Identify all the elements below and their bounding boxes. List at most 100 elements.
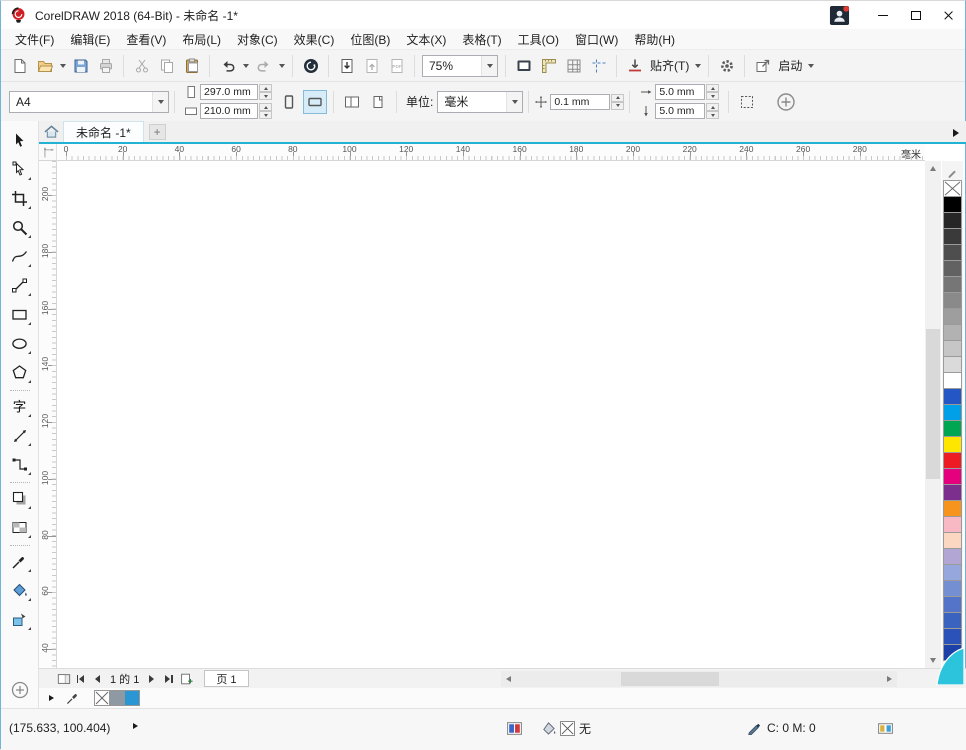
fullscreen-preview-button[interactable] — [511, 53, 536, 78]
transparency-tool[interactable] — [6, 513, 34, 542]
show-grid-button[interactable] — [561, 53, 586, 78]
maximize-button[interactable] — [899, 1, 932, 29]
menu-tools[interactable]: 工具(O) — [510, 29, 567, 50]
units-combo[interactable]: 毫米 — [437, 91, 523, 113]
nudge-distance-field[interactable]: 0.1 mm — [550, 94, 610, 110]
color-swatch[interactable] — [943, 292, 962, 309]
menu-help[interactable]: 帮助(H) — [626, 29, 683, 50]
document-palette-expand-button[interactable] — [49, 695, 54, 701]
color-swatch[interactable] — [943, 612, 962, 629]
color-swatch[interactable] — [943, 324, 962, 341]
page-width-stepper[interactable] — [259, 84, 272, 100]
show-guidelines-button[interactable] — [586, 53, 611, 78]
add-tools-button[interactable] — [10, 680, 30, 700]
zoom-level-combo[interactable]: 75% — [422, 55, 498, 77]
color-swatch[interactable] — [943, 372, 962, 389]
menu-edit[interactable]: 编辑(E) — [62, 29, 118, 50]
launch-label[interactable]: 启动 — [775, 57, 805, 74]
freehand-tool[interactable] — [6, 242, 34, 271]
no-color-swatch[interactable] — [94, 690, 110, 706]
page-width-field[interactable]: 297.0 mm — [200, 84, 258, 100]
redo-button[interactable] — [251, 53, 276, 78]
two-point-line-tool[interactable] — [6, 271, 34, 300]
page-height-stepper[interactable] — [259, 103, 272, 119]
color-swatch[interactable] — [943, 452, 962, 469]
snap-to-label[interactable]: 贴齐(T) — [647, 57, 692, 74]
paste-button[interactable] — [179, 53, 204, 78]
color-swatch[interactable] — [943, 564, 962, 581]
welcome-home-button[interactable] — [39, 121, 63, 142]
search-content-button[interactable] — [298, 53, 323, 78]
drawing-canvas[interactable] — [57, 161, 925, 668]
minimize-button[interactable] — [866, 1, 899, 29]
publish-pdf-button[interactable]: PDF — [384, 53, 409, 78]
ellipse-tool[interactable] — [6, 329, 34, 358]
horizontal-scroll-thumb[interactable] — [621, 672, 719, 686]
units-dropdown-button[interactable] — [506, 92, 522, 112]
color-swatch[interactable] — [943, 468, 962, 485]
duplicate-x-field[interactable]: 5.0 mm — [655, 84, 705, 100]
duplicate-y-stepper[interactable] — [706, 103, 719, 119]
undo-button[interactable] — [215, 53, 240, 78]
add-page-button[interactable] — [177, 670, 194, 687]
document-tab-active[interactable]: 未命名 -1* — [63, 121, 144, 142]
color-swatch[interactable] — [124, 690, 140, 706]
color-swatch[interactable] — [943, 628, 962, 645]
color-swatch[interactable] — [943, 340, 962, 357]
color-swatch[interactable] — [943, 532, 962, 549]
portrait-button[interactable] — [277, 90, 301, 114]
drop-shadow-tool[interactable] — [6, 484, 34, 513]
connector-tool[interactable] — [6, 450, 34, 479]
page-tab[interactable]: 页 1 — [204, 670, 248, 687]
page-size-dropdown-button[interactable] — [152, 92, 168, 112]
previous-page-button[interactable] — [89, 670, 106, 687]
scroll-right-button[interactable] — [882, 671, 897, 687]
import-button[interactable] — [334, 53, 359, 78]
color-swatch[interactable] — [943, 388, 962, 405]
undo-dropdown-button[interactable] — [240, 53, 251, 78]
zoom-dropdown-button[interactable] — [481, 56, 497, 76]
launch-button[interactable] — [750, 53, 775, 78]
shape-tool[interactable] — [6, 155, 34, 184]
color-swatch[interactable] — [943, 404, 962, 421]
new-tab-button[interactable]: + — [149, 124, 166, 140]
launch-dropdown-button[interactable] — [805, 53, 816, 78]
color-swatch[interactable] — [943, 580, 962, 597]
color-swatch[interactable] — [943, 260, 962, 277]
vertical-ruler[interactable]: 200180160140120100806040 — [39, 161, 57, 668]
menu-object[interactable]: 对象(C) — [229, 29, 286, 50]
print-button[interactable] — [93, 53, 118, 78]
color-swatch[interactable] — [109, 690, 125, 706]
outline-status[interactable]: C: 0 M: 0 — [747, 720, 869, 735]
horizontal-scrollbar[interactable] — [501, 671, 897, 687]
color-swatch[interactable] — [943, 244, 962, 261]
color-swatch[interactable] — [943, 596, 962, 613]
parallel-dimension-tool[interactable] — [6, 421, 34, 450]
color-swatch[interactable] — [943, 420, 962, 437]
page-height-field[interactable]: 210.0 mm — [200, 103, 258, 119]
color-swatch[interactable] — [943, 548, 962, 565]
options-button[interactable] — [714, 53, 739, 78]
interactive-fill-tool[interactable] — [6, 576, 34, 605]
color-swatch[interactable] — [943, 356, 962, 373]
export-button[interactable] — [359, 53, 384, 78]
close-button[interactable] — [932, 1, 965, 29]
last-page-button[interactable] — [160, 670, 177, 687]
no-color-swatch[interactable] — [943, 180, 962, 197]
fill-status[interactable]: 无 — [541, 720, 591, 737]
color-swatch[interactable] — [943, 276, 962, 293]
document-color-settings-icon[interactable] — [506, 720, 523, 737]
sign-in-icon[interactable] — [829, 5, 850, 26]
menu-table[interactable]: 表格(T) — [454, 29, 509, 50]
first-page-button[interactable] — [72, 670, 89, 687]
tab-scroll-right-icon[interactable] — [953, 129, 959, 137]
menu-effects[interactable]: 效果(C) — [286, 29, 343, 50]
document-palette-eyedropper-icon[interactable] — [66, 692, 79, 705]
open-button[interactable] — [32, 53, 57, 78]
text-tool[interactable]: 字 — [6, 392, 34, 421]
page-border-button[interactable] — [735, 90, 759, 114]
scroll-left-button[interactable] — [501, 671, 516, 687]
page-size-preset-combo[interactable]: A4 — [9, 91, 169, 113]
copy-button[interactable] — [154, 53, 179, 78]
menu-file[interactable]: 文件(F) — [7, 29, 62, 50]
